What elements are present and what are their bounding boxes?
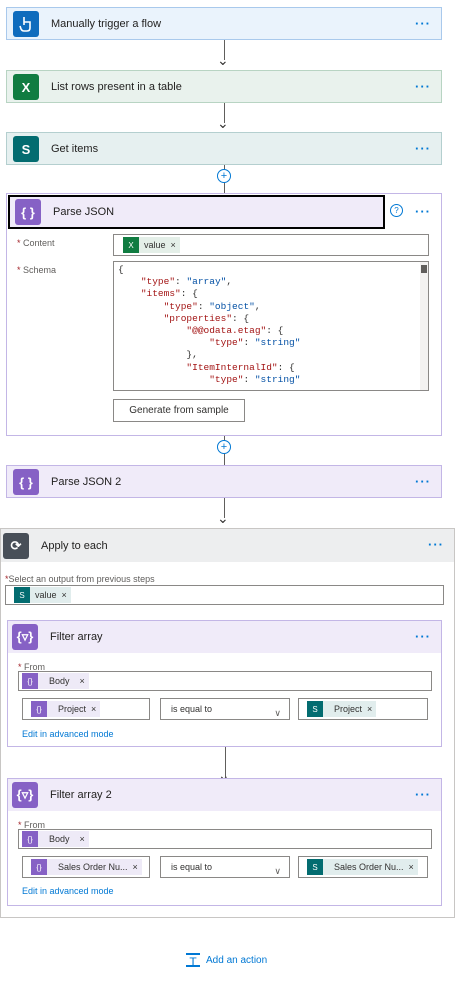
- right-operand-field[interactable]: S Sales Order Nu... ×: [298, 856, 428, 878]
- scrollbar[interactable]: [420, 262, 428, 390]
- project-token[interactable]: {} Project ×: [31, 701, 101, 717]
- excel-icon: X: [123, 237, 139, 253]
- parse-json-2-card[interactable]: { } Parse JSON 2 ···: [6, 465, 442, 498]
- trigger-card[interactable]: Manually trigger a flow ···: [6, 7, 442, 40]
- insert-step-plus-icon[interactable]: +: [217, 169, 231, 183]
- remove-token-icon[interactable]: ×: [62, 590, 67, 600]
- schema-label: * Schema: [17, 265, 57, 275]
- help-icon[interactable]: ?: [390, 204, 403, 217]
- schema-line: "@@odata.etag": {: [186, 325, 284, 337]
- filter-array-header[interactable]: {▿} Filter array ···: [8, 621, 441, 653]
- content-field[interactable]: X value ×: [113, 234, 429, 256]
- insert-step-plus-icon[interactable]: +: [217, 440, 231, 454]
- parse-json-card: { } Parse JSON ? ··· * Content X value ×…: [6, 193, 442, 436]
- filter-braces-icon: {▿}: [12, 782, 38, 808]
- curly-braces-icon: { }: [15, 199, 41, 225]
- curly-braces-icon: { }: [13, 469, 39, 495]
- sales-order-token[interactable]: S Sales Order Nu... ×: [307, 859, 418, 875]
- apply-to-each-header[interactable]: ⟳ Apply to each ···: [1, 529, 454, 562]
- select-output-label: *Select an output from previous steps: [5, 574, 155, 584]
- body-token[interactable]: {} Body ×: [22, 673, 89, 689]
- more-options-button[interactable]: ···: [415, 141, 431, 156]
- more-options-button[interactable]: ···: [428, 537, 444, 552]
- edit-advanced-mode-link[interactable]: Edit in advanced mode: [22, 886, 114, 896]
- list-rows-card[interactable]: X List rows present in a table ···: [6, 70, 442, 103]
- schema-line: },: [118, 349, 198, 361]
- chevron-down-icon: ∨: [274, 866, 281, 876]
- generate-from-sample-button[interactable]: Generate from sample: [113, 399, 245, 422]
- step-title: Apply to each: [41, 539, 108, 552]
- remove-token-icon[interactable]: ×: [409, 862, 414, 872]
- edit-advanced-mode-link[interactable]: Edit in advanced mode: [22, 729, 114, 739]
- sharepoint-icon: S: [14, 587, 30, 603]
- schema-line: "items": {: [140, 288, 198, 300]
- parse-json-header[interactable]: { } Parse JSON: [8, 195, 385, 229]
- schema-line: "properties": {: [163, 312, 250, 324]
- filter-array-2-card: {▿} Filter array 2 ··· * From {} Body × …: [7, 778, 442, 906]
- curly-braces-icon: {}: [31, 859, 47, 875]
- add-action-button[interactable]: T Add an action: [186, 953, 267, 969]
- remove-token-icon[interactable]: ×: [80, 676, 85, 686]
- left-operand-field[interactable]: {} Project ×: [22, 698, 150, 720]
- right-operand-field[interactable]: S Project ×: [298, 698, 428, 720]
- curly-braces-icon: {}: [22, 831, 38, 847]
- remove-token-icon[interactable]: ×: [80, 834, 85, 844]
- get-items-card[interactable]: S Get items ···: [6, 132, 442, 165]
- more-options-button[interactable]: ···: [415, 787, 431, 802]
- step-title: Parse JSON: [53, 206, 115, 218]
- loop-icon: ⟳: [3, 532, 29, 559]
- remove-token-icon[interactable]: ×: [367, 704, 372, 714]
- schema-line: "type": "array",: [140, 276, 233, 288]
- more-options-button[interactable]: ···: [415, 204, 431, 219]
- curly-braces-icon: {}: [31, 701, 47, 717]
- filter-array-2-header[interactable]: {▿} Filter array 2 ···: [8, 779, 441, 811]
- schema-line: "type": "string": [209, 337, 301, 349]
- step-title: Filter array: [50, 631, 103, 643]
- step-title: Get items: [51, 143, 99, 155]
- remove-token-icon[interactable]: ×: [91, 704, 96, 714]
- content-label: * Content: [17, 238, 55, 248]
- chevron-down-icon: ∨: [274, 708, 281, 718]
- step-title: Filter array 2: [50, 789, 112, 801]
- filter-braces-icon: {▿}: [12, 624, 38, 650]
- schema-editor[interactable]: { "type": "array", "items": { "type": "o…: [113, 261, 429, 391]
- excel-icon: X: [13, 74, 39, 100]
- more-options-button[interactable]: ···: [415, 629, 431, 644]
- sharepoint-icon: S: [307, 859, 323, 875]
- step-title: Parse JSON 2: [51, 476, 122, 488]
- sharepoint-icon: S: [307, 701, 323, 717]
- curly-braces-icon: {}: [22, 673, 38, 689]
- body-token[interactable]: {} Body ×: [22, 831, 89, 847]
- value-token[interactable]: X value ×: [123, 237, 180, 253]
- schema-line: {: [118, 264, 124, 275]
- select-output-field[interactable]: S value ×: [5, 585, 444, 605]
- from-field[interactable]: {} Body ×: [18, 671, 432, 691]
- apply-to-each-card: ⟳ Apply to each ··· *Select an output fr…: [0, 528, 455, 918]
- schema-line: "type": "object",: [163, 300, 261, 312]
- step-title: Manually trigger a flow: [51, 18, 162, 30]
- sharepoint-icon: S: [13, 136, 39, 162]
- left-operand-field[interactable]: {} Sales Order Nu... ×: [22, 856, 150, 878]
- schema-line: "ItemInternalId": {: [186, 361, 295, 373]
- value-token[interactable]: S value ×: [14, 587, 71, 603]
- schema-line: "type": "string": [209, 373, 301, 385]
- step-title: List rows present in a table: [51, 81, 182, 93]
- add-action-icon: T: [186, 953, 200, 969]
- more-options-button[interactable]: ···: [415, 16, 431, 31]
- hand-pointer-icon: [13, 11, 39, 37]
- sales-order-token[interactable]: {} Sales Order Nu... ×: [31, 859, 142, 875]
- from-field[interactable]: {} Body ×: [18, 829, 432, 849]
- remove-token-icon[interactable]: ×: [171, 240, 176, 250]
- remove-token-icon[interactable]: ×: [133, 862, 138, 872]
- operator-dropdown[interactable]: is equal to ∨: [160, 698, 290, 720]
- more-options-button[interactable]: ···: [415, 79, 431, 94]
- filter-array-card: {▿} Filter array ··· * From {} Body × {}…: [7, 620, 442, 747]
- operator-dropdown[interactable]: is equal to ∨: [160, 856, 290, 878]
- more-options-button[interactable]: ···: [415, 474, 431, 489]
- project-token[interactable]: S Project ×: [307, 701, 377, 717]
